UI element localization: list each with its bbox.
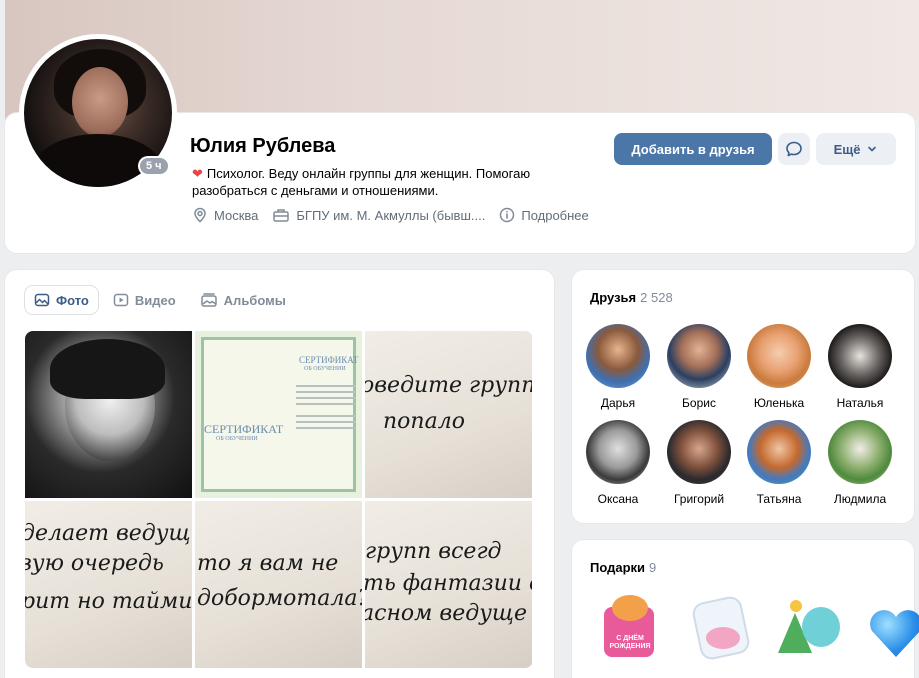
media-card: Фото Видео Альбомы СЕРТИФИКАТ ОБ ОБУЧЕНИ…	[5, 270, 554, 678]
friends-card: Друзья 2 528 Дарья Борис Юленька Наталья …	[572, 270, 914, 523]
add-friend-button[interactable]: Добавить в друзья	[614, 133, 772, 165]
info-city[interactable]: Москва	[192, 207, 258, 223]
friend-avatar	[828, 420, 892, 484]
friend-name: Людмила	[833, 492, 887, 506]
friend-item[interactable]: Борис	[664, 324, 734, 410]
friend-item[interactable]: Наталья	[825, 324, 895, 410]
heart-icon: ❤	[192, 166, 203, 181]
gift-item[interactable]	[772, 595, 842, 665]
friend-item[interactable]: Татьяна	[744, 420, 814, 506]
handwriting-line: то я вам не	[197, 551, 339, 576]
cert-title-right: СЕРТИФИКАТ	[299, 355, 359, 365]
gifts-title[interactable]: Подарки 9	[590, 560, 656, 575]
cert-subtitle-left: ОБ ОБУЧЕНИИ	[216, 436, 258, 442]
photo-icon	[34, 293, 50, 307]
tab-videos[interactable]: Видео	[104, 286, 185, 314]
location-icon	[194, 207, 206, 223]
friend-item[interactable]: Григорий	[664, 420, 734, 506]
cert-subtitle-right: ОБ ОБУЧЕНИИ	[304, 366, 346, 372]
handwriting-line: оведите групп	[365, 373, 532, 398]
gift-label: С ДНЁМ РОЖДЕНИЯ	[609, 635, 651, 650]
message-icon	[786, 141, 802, 157]
friends-title-label: Друзья	[590, 290, 637, 305]
handwriting-line: рит но таймин	[25, 589, 192, 614]
handwriting-line: асном ведуще	[365, 601, 527, 626]
tab-photos[interactable]: Фото	[25, 286, 98, 314]
handwriting-line: попало	[383, 409, 465, 434]
gift-item[interactable]	[688, 595, 758, 665]
friend-avatar	[667, 420, 731, 484]
friend-avatar	[667, 324, 731, 388]
friend-name: Татьяна	[756, 492, 802, 506]
more-button-label: Ещё	[833, 141, 861, 157]
handwriting-line: ть фантазии о	[365, 571, 532, 596]
photo-thumbnail[interactable]: СЕРТИФИКАТ ОБ ОБУЧЕНИИ СЕРТИФИКАТ ОБ ОБУ…	[195, 331, 362, 498]
friend-item[interactable]: Людмила	[825, 420, 895, 506]
chevron-down-icon	[868, 146, 877, 152]
city-label: Москва	[214, 207, 259, 223]
friends-title[interactable]: Друзья 2 528	[590, 290, 673, 305]
friend-avatar	[747, 420, 811, 484]
handwriting-line: вую очередь	[25, 551, 164, 576]
education-label: БГПУ им. М. Акмуллы (бывш....	[296, 207, 486, 223]
tab-videos-label: Видео	[134, 292, 176, 308]
handwriting-line: групп всегд	[365, 539, 502, 564]
albums-icon	[200, 293, 217, 307]
profile-info-row: Москва БГПУ им. М. Акмуллы (бывш.... Под…	[192, 207, 603, 223]
media-tabs: Фото Видео Альбомы	[25, 286, 301, 314]
info-education[interactable]: БГПУ им. М. Акмуллы (бывш....	[272, 207, 485, 223]
profile-name: Юлия Рублева	[190, 135, 336, 157]
friend-name: Оксана	[597, 492, 639, 506]
last-seen-text: 5 ч	[140, 158, 168, 174]
tab-albums-label: Альбомы	[223, 292, 286, 308]
profile-status: ❤ Психолог. Веду онлайн группы для женщин…	[192, 165, 572, 199]
photo-thumbnail[interactable]: групп всегд ть фантазии о асном ведуще	[365, 501, 532, 668]
handwriting-line: делает ведущ	[25, 521, 191, 546]
info-more-link[interactable]: Подробнее	[499, 207, 589, 223]
cert-title-left: СЕРТИФИКАТ	[204, 422, 284, 436]
more-button[interactable]: Ещё	[816, 133, 896, 165]
friends-count: 2 528	[640, 290, 673, 305]
tab-albums[interactable]: Альбомы	[191, 286, 295, 314]
friend-avatar	[747, 324, 811, 388]
photo-grid: СЕРТИФИКАТ ОБ ОБУЧЕНИИ СЕРТИФИКАТ ОБ ОБУ…	[25, 331, 533, 668]
friend-name: Наталья	[836, 396, 884, 410]
status-text: Психолог. Веду онлайн группы для женщин.…	[192, 166, 531, 198]
friend-item[interactable]: Оксана	[583, 420, 653, 506]
friend-name: Дарья	[600, 396, 636, 410]
more-info-label: Подробнее	[521, 207, 589, 223]
gift-item[interactable]: С ДНЁМ РОЖДЕНИЯ	[596, 595, 666, 665]
friend-avatar	[828, 324, 892, 388]
message-button[interactable]	[778, 133, 810, 165]
friend-item[interactable]: Дарья	[583, 324, 653, 410]
friend-avatar	[586, 420, 650, 484]
friend-name: Борис	[682, 396, 716, 410]
gifts-count: 9	[649, 560, 657, 575]
photo-thumbnail[interactable]: то я вам не добормотала?	[195, 501, 362, 668]
friend-name: Юленька	[753, 396, 805, 410]
photo-thumbnail[interactable]: оведите групп попало	[365, 331, 532, 498]
info-icon	[500, 207, 515, 223]
video-icon	[113, 293, 129, 307]
gift-item[interactable]	[862, 595, 919, 665]
photo-thumbnail[interactable]: делает ведущ вую очередь рит но таймин	[25, 501, 192, 668]
tab-photos-label: Фото	[56, 292, 89, 308]
gifts-title-label: Подарки	[590, 560, 646, 575]
friend-avatar	[586, 324, 650, 388]
photo-thumbnail[interactable]	[25, 331, 192, 498]
gifts-card: Подарки 9 С ДНЁМ РОЖДЕНИЯ	[572, 540, 914, 678]
last-seen-badge: 5 ч	[138, 156, 170, 176]
education-icon	[273, 209, 290, 222]
handwriting-line: добормотала?	[197, 586, 362, 611]
friend-item[interactable]: Юленька	[744, 324, 814, 410]
friend-name: Григорий	[673, 492, 725, 506]
